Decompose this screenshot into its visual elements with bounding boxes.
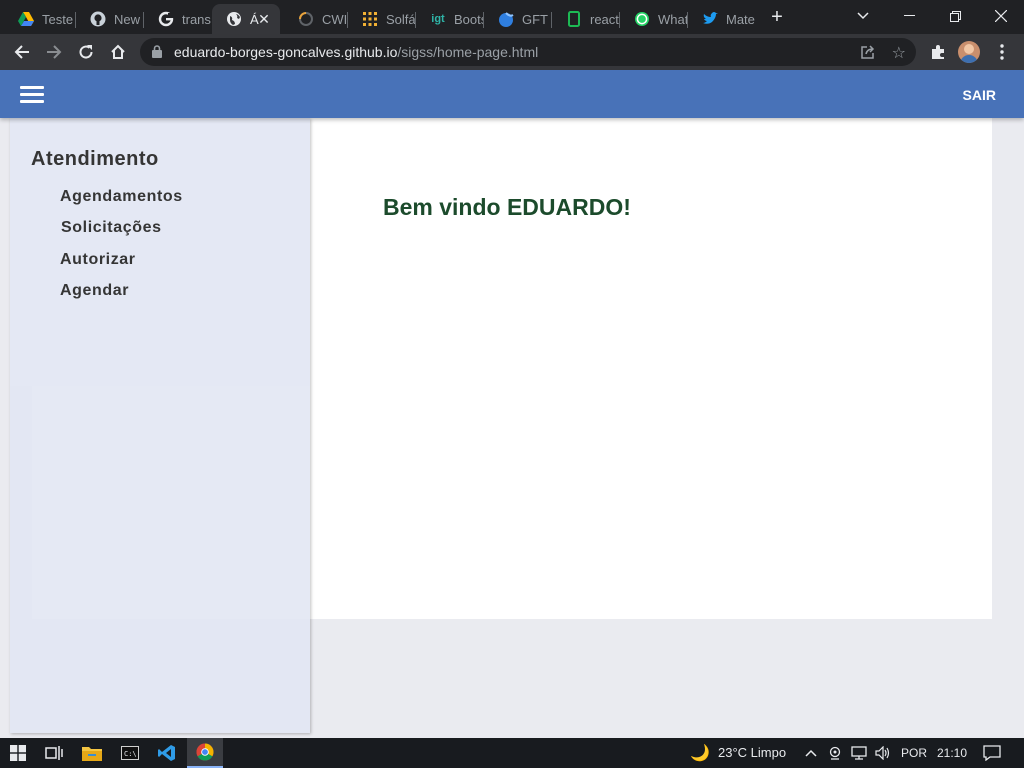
chrome-icon [196, 743, 214, 761]
vscode-icon [158, 745, 175, 761]
share-icon[interactable] [860, 44, 876, 60]
browser-tab[interactable]: Teste [4, 4, 76, 34]
vscode-button[interactable] [149, 738, 185, 768]
lock-icon [152, 45, 162, 58]
back-button[interactable] [8, 38, 36, 66]
google-icon [158, 11, 174, 27]
windows-logo-icon [10, 745, 26, 761]
browser-tab[interactable]: Solfá [348, 4, 416, 34]
weather-text[interactable]: 23°C Limpo [718, 745, 786, 760]
minimize-icon [903, 15, 915, 16]
welcome-message: Bem vindo EDUARDO! [383, 194, 631, 220]
address-bar[interactable]: eduardo-borges-goncalves.github.io/sigss… [140, 38, 916, 66]
tab-title: New [114, 11, 141, 27]
reload-button[interactable] [72, 38, 100, 66]
browser-tab[interactable]: trans [144, 4, 212, 34]
tab-title: react [590, 11, 619, 27]
input-language[interactable]: POR [901, 746, 927, 760]
reload-icon [79, 45, 93, 59]
sidebar-item-agendar[interactable]: Agendar [60, 282, 129, 300]
device-icon [566, 11, 582, 27]
sidebar-heading: Atendimento [31, 148, 159, 170]
sidebar: Atendimento Agendamentos Solicitações Au… [10, 118, 310, 733]
close-window-button[interactable] [978, 0, 1024, 32]
restore-button[interactable] [932, 0, 978, 32]
minimize-button[interactable] [886, 0, 932, 32]
new-tab-button[interactable]: + [764, 5, 790, 31]
grid-icon [362, 11, 378, 27]
browser-toolbar: eduardo-borges-goncalves.github.io/sigss… [0, 34, 1024, 70]
sidebar-item-agendamentos[interactable]: Agendamentos [60, 188, 183, 206]
tab-title: Mate [726, 11, 755, 27]
tab-title: Boots [454, 11, 484, 27]
webcam-icon[interactable] [828, 746, 842, 760]
more-vertical-icon [1000, 44, 1004, 60]
tab-search-button[interactable] [840, 0, 886, 32]
github-icon [90, 11, 106, 27]
browser-tab[interactable]: What [620, 4, 688, 34]
restore-icon [949, 10, 961, 22]
home-button[interactable] [104, 38, 132, 66]
network-icon[interactable] [851, 746, 867, 760]
notifications-icon[interactable] [983, 745, 1001, 761]
folder-icon [82, 747, 102, 761]
globe-icon [226, 11, 242, 27]
start-button[interactable] [0, 738, 36, 768]
tab-title: CWI ( [322, 11, 348, 27]
clock-time[interactable]: 21:10 [937, 746, 967, 760]
sidebar-item-solicitacoes[interactable]: Solicitações [61, 219, 162, 237]
task-view-icon [45, 746, 63, 760]
tab-title: Solfá [386, 11, 416, 27]
browser-tab[interactable]: New [76, 4, 144, 34]
whatsapp-icon [634, 11, 650, 27]
bookmark-star-icon[interactable]: ☆ [892, 43, 906, 63]
extensions-button[interactable] [924, 38, 952, 66]
close-icon [995, 10, 1007, 22]
arrow-right-icon [47, 45, 62, 59]
terminal-icon: C:\ [121, 746, 139, 760]
browser-tab-strip: Teste New trans Á ✕ CWI ( Solfá [0, 0, 1024, 34]
sidebar-item-autorizar[interactable]: Autorizar [60, 251, 136, 269]
profile-avatar[interactable] [958, 41, 980, 63]
tab-title: What [658, 11, 688, 27]
address-url: eduardo-borges-goncalves.github.io/sigss… [174, 44, 538, 60]
logout-button[interactable]: SAIR [963, 87, 996, 103]
browser-menu-button[interactable] [988, 38, 1016, 66]
url-host: eduardo-borges-goncalves.github.io [174, 44, 398, 60]
browser-tab-active[interactable]: Á ✕ [212, 4, 280, 34]
chevron-down-icon [857, 12, 869, 20]
chrome-taskbar-button[interactable] [187, 738, 223, 768]
twitter-icon [702, 11, 718, 27]
loading-icon [298, 11, 314, 27]
app-header: SAIR [0, 70, 1024, 118]
terminal-button[interactable]: C:\ [112, 738, 148, 768]
home-icon [111, 44, 125, 59]
forward-button[interactable] [40, 38, 68, 66]
tab-title: Teste [42, 11, 74, 27]
browser-tab[interactable]: igt Boots [416, 4, 484, 34]
browser-tab[interactable]: CWI ( [284, 4, 348, 34]
google-drive-icon [18, 11, 34, 27]
windows-taskbar: C:\ 🌙 23°C Limpo POR 21:10 [0, 738, 1024, 768]
arrow-left-icon [14, 45, 29, 59]
moon-weather-icon: 🌙 [690, 745, 710, 762]
url-path: /sigss/home-page.html [397, 44, 539, 60]
browser-tab[interactable]: Mate [688, 4, 756, 34]
volume-icon[interactable] [875, 746, 891, 760]
tab-title: trans [182, 11, 211, 27]
close-tab-icon[interactable]: ✕ [256, 11, 272, 27]
browser-tab[interactable]: react [552, 4, 620, 34]
menu-hamburger-icon[interactable] [20, 86, 44, 104]
svg-text:C:\: C:\ [124, 750, 137, 758]
chevron-up-icon[interactable] [805, 749, 817, 757]
task-view-button[interactable] [36, 738, 72, 768]
browser-tab[interactable]: GFT S [484, 4, 552, 34]
puzzle-icon [932, 45, 944, 59]
web-page: SAIR Bem vindo EDUARDO! Atendimento Agen… [0, 70, 1024, 738]
gft-icon [498, 11, 514, 27]
getbootstrap-icon: igt [431, 13, 445, 25]
tab-title: GFT S [522, 11, 552, 27]
file-explorer-button[interactable] [74, 738, 110, 768]
